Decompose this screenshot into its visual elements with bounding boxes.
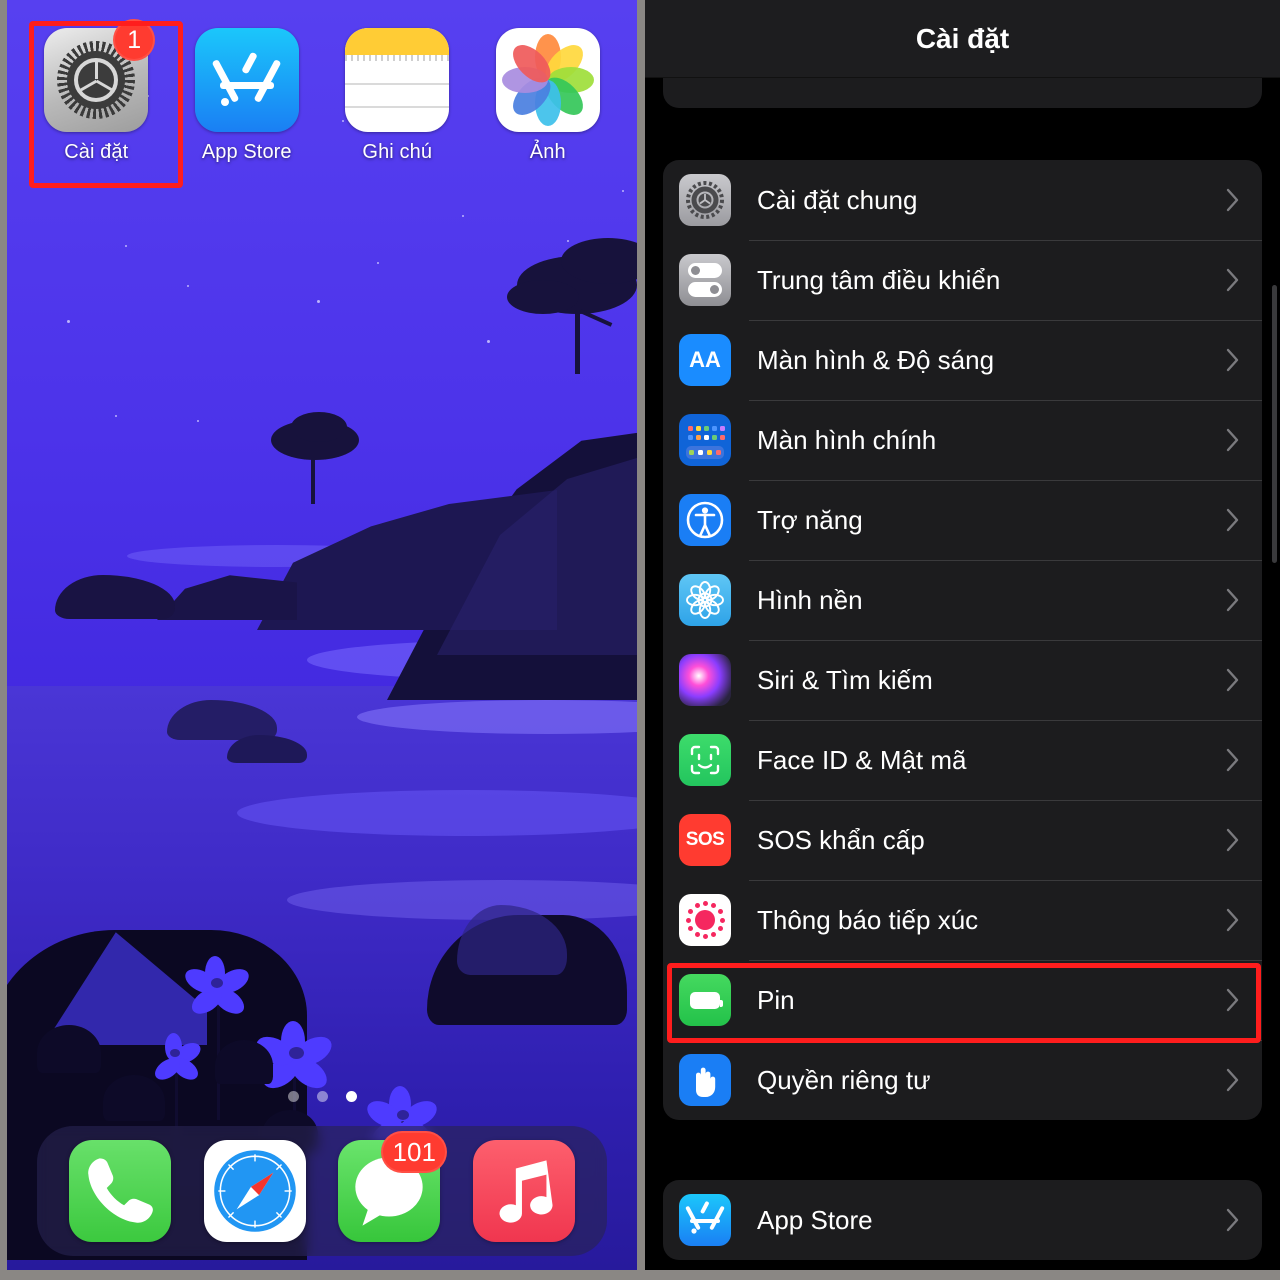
chevron-right-icon [1226,428,1240,452]
settings-row-face-id-passcode[interactable]: Face ID & Mật mã [663,720,1262,800]
settings-row-general[interactable]: Cài đặt chung [663,160,1262,240]
page-title: Cài đặt [915,22,1010,54]
safari-icon[interactable] [203,1140,306,1242]
app-settings[interactable]: 1 Cài đặt [30,19,162,164]
siri-icon [679,654,731,706]
notification-badge: 1 [113,19,156,61]
settings-row-display-brightness[interactable]: AA Màn hình & Độ sáng [663,320,1262,400]
notes-icon[interactable] [345,28,450,132]
chevron-right-icon [1226,508,1240,532]
app-label: Ghi chú [362,141,433,163]
settings-group-main: Cài đặt chung Trung tâm điều khiển AA Mà… [663,160,1262,1120]
settings-row-label: SOS khẩn cấp [757,824,925,855]
settings-row-home-screen[interactable]: Màn hình chính [663,400,1262,480]
settings-row-wallpaper[interactable]: Hình nền [663,560,1262,640]
settings-row-accessibility[interactable]: Trợ năng [663,480,1262,560]
settings-row-label: Quyền riêng tư [757,1064,931,1095]
wallpaper [7,0,637,1270]
chevron-right-icon [1226,1068,1240,1092]
chevron-right-icon [1226,588,1240,612]
phone-icon[interactable] [69,1140,172,1242]
dock: 101 [37,1126,607,1256]
page-dot[interactable] [287,1091,299,1102]
exposure-notification-icon [679,894,731,946]
control-center-icon [679,254,731,306]
settings-row-app-store[interactable]: App Store [663,1180,1262,1260]
face-id-icon [679,734,731,786]
chevron-right-icon [1226,188,1240,212]
app-notes[interactable]: Ghi chú [331,28,463,164]
app-label: App Store [201,141,292,163]
settings-row-label: Thông báo tiếp xúc [757,904,979,935]
app-store-icon[interactable] [194,28,299,132]
settings-gear-icon[interactable]: 1 [44,19,156,132]
settings-panel: Cài đặt Cài đặt chung Trung tâm điều khi… [645,0,1280,1270]
settings-row-label: Siri & Tìm kiếm [757,664,933,695]
settings-row-label: Pin [757,984,795,1015]
settings-row-control-center[interactable]: Trung tâm điều khiển [663,240,1262,320]
chevron-right-icon [1226,988,1240,1012]
settings-row-siri-search[interactable]: Siri & Tìm kiếm [663,640,1262,720]
settings-row-label: Trung tâm điều khiển [757,264,1001,295]
app-label: Cài đặt [64,141,129,163]
app-store-icon [679,1194,731,1246]
wallpaper-icon [679,574,731,626]
settings-group-appstore: App Store [663,1180,1262,1260]
photos-icon[interactable] [495,28,600,132]
page-dot[interactable] [316,1091,328,1102]
settings-row-label: Hình nền [757,584,863,615]
notification-badge: 101 [381,1131,448,1173]
settings-row-privacy[interactable]: Quyền riêng tư [663,1040,1262,1120]
sos-icon-text: SOS [685,829,725,850]
settings-row-label: Trợ năng [757,504,863,535]
app-photos[interactable]: Ảnh [482,28,614,164]
display-brightness-icon: AA [679,334,731,386]
vertical-scrollbar[interactable] [1272,285,1277,563]
accessibility-icon [679,494,731,546]
settings-row-label: App Store [757,1204,873,1235]
settings-row-label: Face ID & Mật mã [757,744,967,775]
app-grid: 1 Cài đặt App Store Ghi chú Ảnh [7,19,637,164]
display-icon-text: AA [689,347,721,372]
chevron-right-icon [1226,668,1240,692]
general-gear-icon [679,174,731,226]
music-icon[interactable] [472,1140,575,1242]
settings-row-battery[interactable]: Pin [663,960,1262,1040]
settings-row-label: Cài đặt chung [757,184,918,215]
sos-icon: SOS [679,814,731,866]
screenshot-stage: 1 Cài đặt App Store Ghi chú Ảnh 101 Cài … [0,0,1280,1280]
wallpaper-tree-large [507,238,637,374]
settings-row-label: Màn hình & Độ sáng [757,344,995,375]
battery-icon [679,974,731,1026]
chevron-right-icon [1226,1208,1240,1232]
chevron-right-icon [1226,828,1240,852]
chevron-right-icon [1226,748,1240,772]
chevron-right-icon [1226,908,1240,932]
settings-row-exposure-notifications[interactable]: Thông báo tiếp xúc [663,880,1262,960]
wallpaper-tree-small [265,412,365,507]
messages-icon[interactable]: 101 [338,1131,448,1242]
home-screen-panel: 1 Cài đặt App Store Ghi chú Ảnh 101 [7,0,637,1270]
settings-list: Cài đặt chung Trung tâm điều khiển AA Mà… [645,160,1280,1260]
page-indicator [7,1091,637,1102]
page-dot-active[interactable] [345,1091,357,1102]
navigation-bar: Cài đặt [645,0,1280,78]
app-app-store[interactable]: App Store [181,28,313,164]
settings-row-label: Màn hình chính [757,424,937,455]
home-screen-icon [679,414,731,466]
chevron-right-icon [1226,348,1240,372]
privacy-hand-icon [679,1054,731,1106]
app-label: Ảnh [529,141,566,163]
settings-row-emergency-sos[interactable]: SOS SOS khẩn cấp [663,800,1262,880]
chevron-right-icon [1226,268,1240,292]
